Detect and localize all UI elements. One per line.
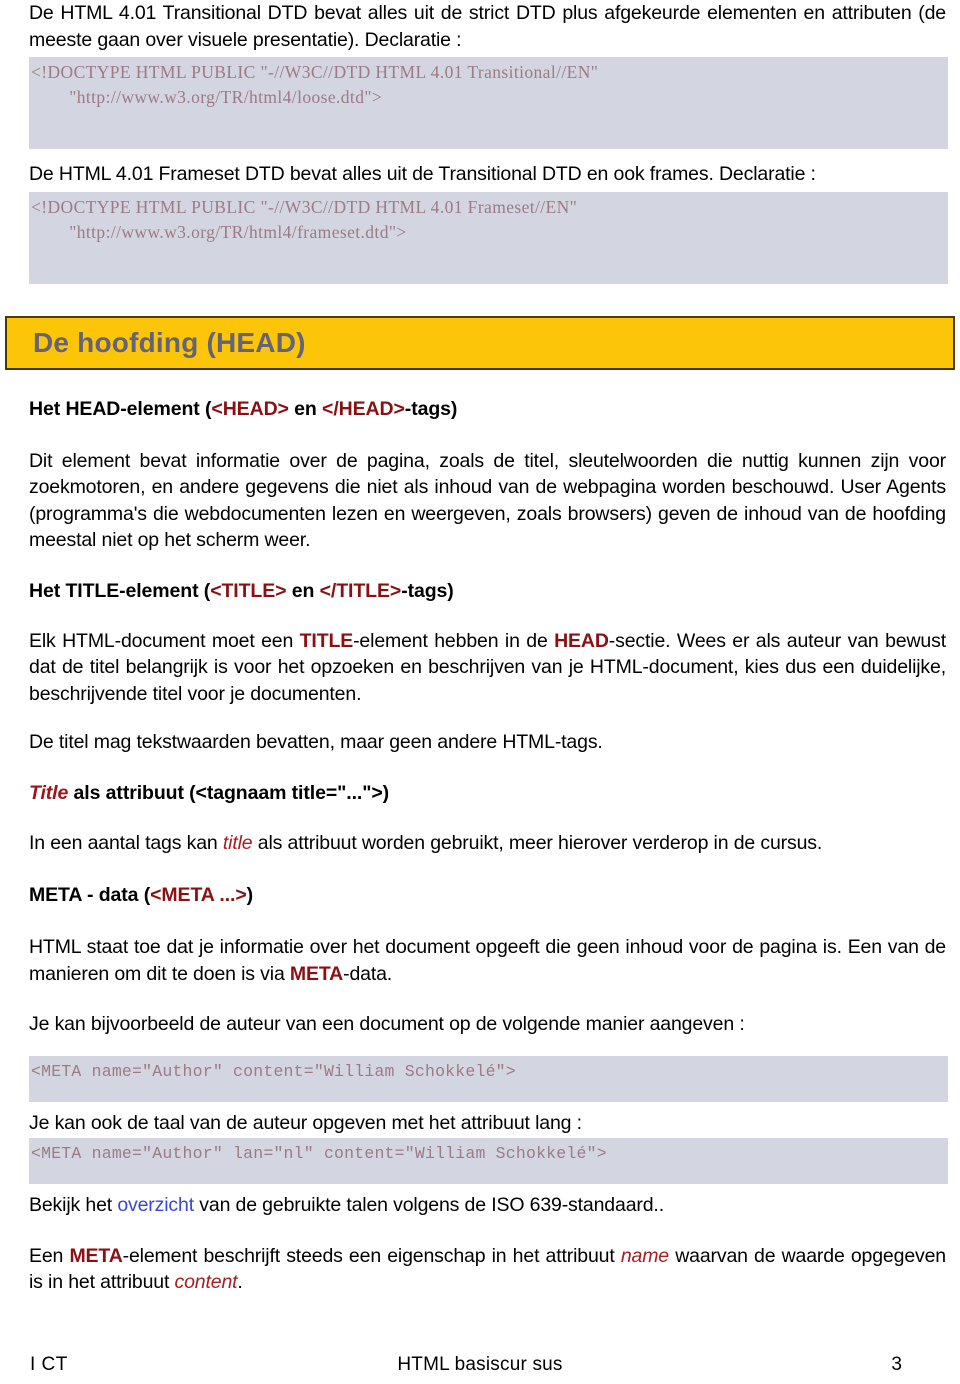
keyword-meta: META xyxy=(289,962,344,985)
title-open-tag: <TITLE> xyxy=(210,579,287,602)
frameset-dtd-paragraph: De HTML 4.01 Frameset DTD bevat alles ui… xyxy=(29,163,816,185)
iso-reference-paragraph: Bekijk het overzicht van de gebruikte ta… xyxy=(0,1192,960,1219)
head-open-tag: <HEAD> xyxy=(211,397,289,420)
keyword-content-attr: content xyxy=(174,1271,238,1293)
keyword-name-attr: name xyxy=(620,1244,670,1267)
title-element-heading-suffix: -tags) xyxy=(401,579,454,602)
keyword-meta-2: META xyxy=(69,1244,123,1267)
head-close-tag: </HEAD> xyxy=(322,397,405,420)
title-body-segment-b: -element hebben in de xyxy=(353,629,555,652)
title-element-heading-prefix: Het TITLE-element ( xyxy=(29,579,211,602)
meta-description-paragraph: Een META-element beschrijft steeds een e… xyxy=(0,1243,960,1296)
title-close-tag: </TITLE> xyxy=(319,579,402,602)
meta-body-segment-a: HTML staat toe dat je informatie over he… xyxy=(29,936,946,985)
title-element-body-paragraph: Elk HTML-document moet een TITLE-element… xyxy=(0,628,960,708)
overzicht-link[interactable]: overzicht xyxy=(117,1194,194,1216)
banner-title: De hoofding (HEAD) xyxy=(33,326,306,358)
title-attribute-heading-rest: als attribuut (<tagnaam title="...">) xyxy=(68,781,390,804)
meta-data-body-paragraph: HTML staat toe dat je informatie over he… xyxy=(0,934,960,987)
meta-author-lang-code-block: <META name="Author" lan="nl" content="Wi… xyxy=(29,1138,948,1184)
title-text-values-paragraph: De titel mag tekstwaarden bevatten, maar… xyxy=(29,731,603,753)
meta-author-code-block: <META name="Author" content="William Sch… xyxy=(29,1055,948,1102)
title-heading-conjunction: en xyxy=(286,579,320,602)
iso-segment-a: Bekijk het xyxy=(29,1194,118,1216)
head-heading-conjunction: en xyxy=(288,397,323,420)
title-element-heading: Het TITLE-element (<TITLE> en </TITLE>-t… xyxy=(0,578,960,604)
meta-tag: <META ...> xyxy=(150,884,247,906)
head-element-heading: Het HEAD-element (<HEAD> en </HEAD>-tags… xyxy=(0,396,960,422)
meta-desc-segment-b: -element beschrijft steeds een eigenscha… xyxy=(122,1244,621,1267)
keyword-title-attr: title xyxy=(222,831,253,854)
title-attr-segment-b: als attribuut worden gebruikt, meer hier… xyxy=(252,831,823,854)
transitional-dtd-paragraph: De HTML 4.01 Transitional DTD bevat alle… xyxy=(29,2,946,51)
head-element-body-paragraph: Dit element bevat informatie over de pag… xyxy=(29,449,946,552)
title-attribute-heading: Title als attribuut (<tagnaam title="...… xyxy=(0,780,960,806)
keyword-title-italic: Title xyxy=(29,781,69,804)
title-body-segment-a: Elk HTML-document moet een xyxy=(29,629,300,652)
title-attribute-body-paragraph: In een aantal tags kan title als attribu… xyxy=(0,830,960,857)
head-element-heading-prefix: Het HEAD-element ( xyxy=(29,397,212,420)
frameset-doctype-code-block: <!DOCTYPE HTML PUBLIC "-//W3C//DTD HTML … xyxy=(29,191,948,284)
head-element-heading-suffix: -tags) xyxy=(404,397,458,420)
meta-desc-segment-d: . xyxy=(237,1271,243,1293)
footer-course-title: HTML basiscur sus xyxy=(397,1354,563,1375)
meta-desc-segment-a: Een xyxy=(29,1244,70,1267)
iso-segment-b: van de gebruikte talen volgens de ISO 63… xyxy=(194,1194,664,1216)
meta-heading-suffix: ) xyxy=(246,884,254,906)
footer-page-number: 3 xyxy=(891,1354,902,1375)
meta-lang-lead-paragraph: Je kan ook de taal van de auteur opgeven… xyxy=(29,1111,582,1134)
section-banner-head: De hoofding (HEAD) xyxy=(5,315,955,370)
meta-example-lead-paragraph: Je kan bijvoorbeeld de auteur van een do… xyxy=(29,1013,745,1035)
transitional-doctype-code-block: <!DOCTYPE HTML PUBLIC "-//W3C//DTD HTML … xyxy=(29,57,948,149)
document-page: De HTML 4.01 Transitional DTD bevat alle… xyxy=(0,0,960,1384)
title-attr-segment-a: In een aantal tags kan xyxy=(29,831,223,854)
meta-data-heading: META - data (<META ...>) xyxy=(0,882,960,908)
keyword-head: HEAD xyxy=(554,629,609,652)
page-content: De HTML 4.01 Transitional DTD bevat alle… xyxy=(0,0,960,1296)
page-footer: I CT HTML basiscur sus 3 xyxy=(0,1354,960,1384)
meta-body-segment-b: -data. xyxy=(343,962,393,985)
meta-heading-prefix: META - data ( xyxy=(29,884,151,906)
keyword-title: TITLE xyxy=(299,629,354,652)
